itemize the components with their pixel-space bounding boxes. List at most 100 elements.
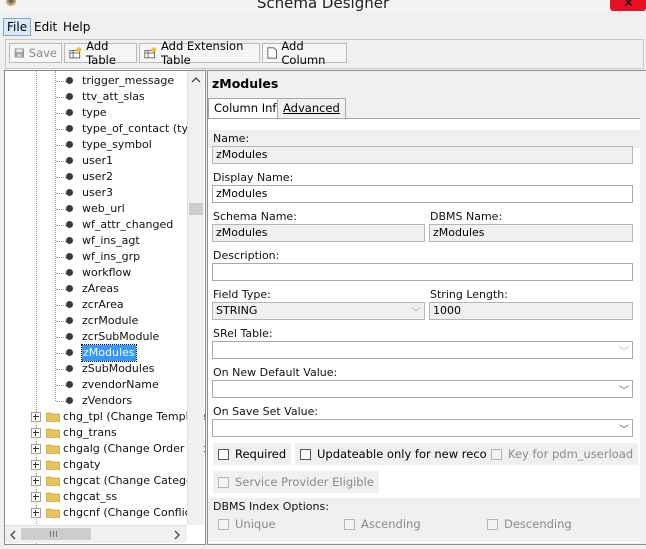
- tree-column-label: type_symbol: [82, 138, 152, 151]
- add-table-icon: [69, 47, 82, 59]
- tree-column-item[interactable]: zSubModules: [5, 361, 187, 377]
- expand-icon[interactable]: [31, 492, 41, 502]
- tree-column-item[interactable]: ttv_att_slas: [5, 89, 187, 105]
- expand-icon[interactable]: [31, 428, 41, 438]
- tree-table-item[interactable]: chgalg (Change Order Act: [5, 441, 205, 457]
- descending-checkbox[interactable]: Descending: [482, 513, 577, 535]
- tree-column-item[interactable]: wf_attr_changed: [5, 217, 187, 233]
- tab-advanced[interactable]: Advanced: [277, 98, 346, 119]
- tree-column-item[interactable]: zModules: [5, 344, 187, 362]
- expand-icon[interactable]: [31, 476, 41, 486]
- key-checkbox[interactable]: Key for pdm_userload: [486, 443, 639, 465]
- scroll-right-icon[interactable]: [173, 530, 181, 540]
- tree-table-item[interactable]: chgcnf (Change Conflict): [5, 505, 199, 521]
- ascending-checkbox-box[interactable]: [344, 518, 355, 530]
- column-bullet-icon: [66, 381, 73, 388]
- name-field: zModules: [212, 146, 633, 164]
- service-provider-checkbox-box[interactable]: [218, 476, 229, 488]
- required-checkbox-box[interactable]: [218, 448, 229, 460]
- tree-column-item[interactable]: web_url: [5, 201, 187, 217]
- folder-icon: [46, 412, 60, 422]
- updateable-label: Updateable only for new record: [317, 447, 499, 461]
- column-bullet-icon: [66, 125, 73, 132]
- descending-label: Descending: [504, 517, 572, 531]
- expand-icon[interactable]: [31, 412, 41, 422]
- required-checkbox[interactable]: Required: [213, 443, 292, 465]
- field-type-select[interactable]: STRING ﹀: [212, 302, 425, 320]
- toolbar: Save Add Table Add Extension Table Add C…: [5, 39, 644, 69]
- tree-column-label: zcrSubModule: [82, 330, 160, 343]
- tree-column-item[interactable]: workflow: [5, 265, 187, 281]
- column-bullet-icon: [66, 221, 73, 228]
- column-bullet-icon: [66, 189, 73, 196]
- scroll-up-icon[interactable]: [191, 76, 201, 84]
- expand-icon[interactable]: [31, 444, 41, 454]
- tree-column-item[interactable]: zVendors: [5, 393, 187, 409]
- ascending-checkbox[interactable]: Ascending: [339, 513, 426, 535]
- tree-column-item[interactable]: type_symbol: [5, 137, 187, 153]
- tree-column-label: user1: [82, 154, 113, 167]
- schema-tree[interactable]: trigger_message ttv_att_slas type type_of_c…: [4, 70, 206, 545]
- tree-column-item[interactable]: zAreas: [5, 281, 187, 297]
- add-table-button[interactable]: Add Table: [64, 39, 137, 67]
- tree-vscroll-thumb[interactable]: [189, 203, 203, 215]
- display-name-label: Display Name:: [213, 171, 294, 184]
- menu-file[interactable]: File: [3, 18, 32, 36]
- add-extension-table-button[interactable]: Add Extension Table: [139, 39, 260, 67]
- menu-edit[interactable]: Edit: [31, 19, 60, 35]
- tree-hscroll-thumb[interactable]: [21, 528, 91, 540]
- on-save-set-select[interactable]: ﹀: [212, 419, 633, 437]
- tree-column-item[interactable]: zcrSubModule: [5, 329, 187, 345]
- expand-icon[interactable]: [31, 460, 41, 470]
- on-new-default-select[interactable]: ﹀: [212, 380, 633, 398]
- tree-column-item[interactable]: zcrArea: [5, 297, 187, 313]
- tree-column-item[interactable]: zcrModule: [5, 313, 187, 329]
- unique-checkbox[interactable]: Unique: [213, 513, 281, 535]
- unique-checkbox-box[interactable]: [218, 518, 229, 530]
- tree-column-item[interactable]: zvendorName: [5, 377, 187, 393]
- tree-table-item[interactable]: chgcat (Change Category: [5, 473, 204, 489]
- column-bullet-icon: [66, 269, 73, 276]
- column-bullet-icon: [66, 333, 73, 340]
- tree-table-item[interactable]: chgcat_ss: [5, 489, 187, 505]
- column-bullet-icon: [66, 365, 73, 372]
- tree-column-label: zvendorName: [82, 378, 159, 391]
- tree-column-label: zModules: [81, 344, 137, 362]
- tree-column-label: type: [82, 106, 107, 119]
- scroll-left-icon[interactable]: [9, 530, 17, 540]
- key-checkbox-box[interactable]: [491, 448, 502, 460]
- description-field[interactable]: [212, 263, 633, 281]
- tree-column-item[interactable]: type_of_contact (typ: [5, 121, 195, 137]
- tree-table-item[interactable]: chg_tpl (Change Template: [5, 409, 205, 425]
- add-column-button[interactable]: Add Column: [262, 39, 347, 67]
- updateable-checkbox[interactable]: Updateable only for new record: [295, 443, 504, 465]
- tree-table-label: chgcat (Change Category: [63, 474, 204, 487]
- menu-help[interactable]: Help: [60, 19, 93, 35]
- string-length-label: String Length:: [430, 288, 508, 301]
- column-bullet-icon: [66, 253, 73, 260]
- column-bullet-icon: [66, 285, 73, 292]
- tree-column-item[interactable]: trigger_message: [5, 73, 187, 89]
- tree-column-label: trigger_message: [82, 74, 175, 87]
- tree-horizontal-scrollbar[interactable]: [5, 525, 187, 543]
- srel-table-select[interactable]: ﹀: [212, 341, 633, 359]
- tree-table-item[interactable]: chg_trans: [5, 425, 187, 441]
- service-provider-checkbox[interactable]: Service Provider Eligible: [213, 471, 379, 493]
- descending-checkbox-box[interactable]: [487, 518, 498, 530]
- column-bullet-icon: [66, 77, 73, 84]
- tree-table-item[interactable]: chgaty: [5, 457, 187, 473]
- tree-column-item[interactable]: user3: [5, 185, 187, 201]
- column-bullet-icon: [66, 109, 73, 116]
- tree-column-item[interactable]: user2: [5, 169, 187, 185]
- tree-column-item[interactable]: type: [5, 105, 187, 121]
- tree-column-item[interactable]: wf_ins_grp: [5, 249, 187, 265]
- save-button[interactable]: Save: [9, 43, 62, 63]
- schema-name-label: Schema Name:: [213, 210, 297, 223]
- expand-icon[interactable]: [31, 508, 41, 518]
- tree-column-item[interactable]: user1: [5, 153, 187, 169]
- tree-column-item[interactable]: wf_ins_agt: [5, 233, 187, 249]
- tree-vertical-scrollbar[interactable]: [187, 71, 204, 525]
- display-name-field[interactable]: zModules: [212, 185, 633, 203]
- close-button[interactable]: ✕: [610, 0, 646, 11]
- updateable-checkbox-box[interactable]: [300, 448, 311, 460]
